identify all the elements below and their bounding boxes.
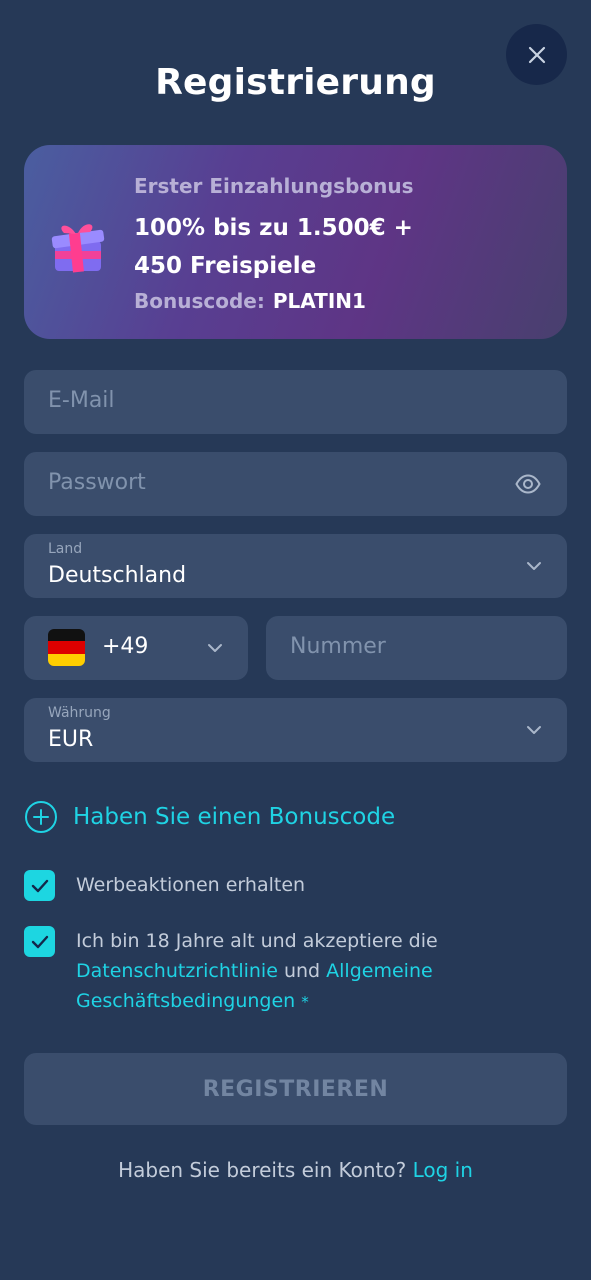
- terms-conjunction: und: [283, 960, 321, 982]
- germany-flag-icon: [48, 629, 85, 666]
- login-question: Haben Sie bereits ein Konto?: [118, 1158, 407, 1182]
- bonus-subtitle: Erster Einzahlungsbonus: [134, 174, 414, 198]
- chevron-down-icon: [208, 644, 222, 652]
- email-field[interactable]: E-Mail: [24, 370, 567, 434]
- bonus-code: Bonuscode: PLATIN1: [134, 289, 366, 313]
- password-field[interactable]: Passwort: [24, 452, 567, 516]
- terms-consent: Ich bin 18 Jahre alt und akzeptiere die …: [24, 926, 496, 1017]
- bonus-headline: 100% bis zu 1.500€ + 450 Freispiele: [134, 215, 413, 279]
- checkmark-icon: [31, 935, 48, 948]
- bonus-code-label: Bonuscode:: [134, 289, 265, 313]
- currency-value: EUR: [48, 727, 94, 752]
- bonus-code-value: PLATIN1: [272, 289, 366, 313]
- promotions-checkbox[interactable]: [24, 870, 55, 901]
- country-value: Deutschland: [48, 563, 187, 588]
- country-select[interactable]: Land Deutschland: [24, 534, 567, 598]
- dial-code-value: +49: [102, 634, 149, 659]
- email-placeholder: E-Mail: [48, 388, 115, 413]
- required-mark: *: [301, 993, 309, 1011]
- bonus-code-toggle[interactable]: Haben Sie einen Bonuscode: [24, 800, 395, 834]
- plus-circle-icon: [25, 801, 57, 833]
- privacy-policy-link[interactable]: Datenschutzrichtlinie: [76, 960, 278, 982]
- chevron-down-icon: [527, 726, 541, 734]
- dial-code-select[interactable]: +49: [24, 616, 248, 680]
- phone-number-field[interactable]: Nummer: [266, 616, 567, 680]
- register-button[interactable]: REGISTRIEREN: [24, 1053, 567, 1125]
- password-placeholder: Passwort: [48, 470, 146, 495]
- eye-icon[interactable]: [515, 472, 541, 496]
- promotions-consent: Werbeaktionen erhalten: [24, 870, 305, 901]
- bonus-code-link-text: Haben Sie einen Bonuscode: [73, 804, 396, 830]
- currency-select[interactable]: Währung EUR: [24, 698, 567, 762]
- currency-label: Währung: [48, 705, 111, 721]
- page-title: Registrierung: [155, 62, 436, 103]
- checkmark-icon: [31, 879, 48, 892]
- promotions-label: Werbeaktionen erhalten: [76, 874, 306, 896]
- terms-text: Ich bin 18 Jahre alt und akzeptiere die: [76, 930, 438, 952]
- login-prompt: Haben Sie bereits ein Konto? Log in: [0, 1158, 591, 1182]
- gift-icon: [51, 224, 105, 273]
- terms-checkbox[interactable]: [24, 926, 55, 957]
- country-label: Land: [48, 541, 83, 557]
- bonus-card: Erster Einzahlungsbonus 100% bis zu 1.50…: [24, 145, 567, 339]
- login-link[interactable]: Log in: [413, 1158, 473, 1182]
- phone-number-placeholder: Nummer: [290, 634, 386, 659]
- close-icon: [528, 46, 545, 63]
- chevron-down-icon: [527, 562, 541, 570]
- terms-label: Ich bin 18 Jahre alt und akzeptiere die …: [76, 926, 496, 1017]
